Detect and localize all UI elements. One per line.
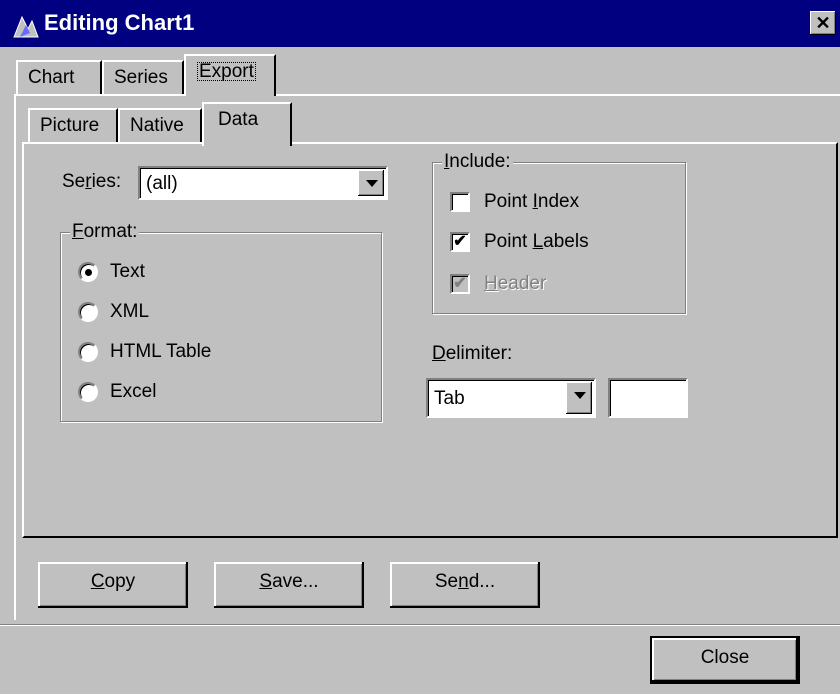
close-window-icon[interactable]: ✕ xyxy=(810,11,836,35)
chart-app-icon xyxy=(13,15,39,38)
check-icon: ✔ xyxy=(453,275,467,292)
tab-chart-label: Chart xyxy=(28,67,75,88)
radio-xml-label: XML xyxy=(110,301,150,322)
tab-native[interactable]: Native xyxy=(118,108,202,142)
point-index-checkbox[interactable] xyxy=(450,192,470,212)
radio-excel[interactable] xyxy=(78,382,98,402)
send-button[interactable]: Send... xyxy=(390,562,540,608)
radio-excel-label: Excel xyxy=(110,381,157,402)
delimiter-select[interactable]: Tab xyxy=(426,378,596,418)
tab-series[interactable]: Series xyxy=(102,60,184,94)
series-select[interactable]: (all) xyxy=(138,166,388,200)
tab-export-label: Export xyxy=(196,61,257,82)
close-button[interactable]: Close xyxy=(652,638,798,682)
save-button[interactable]: Save... xyxy=(214,562,364,608)
delimiter-select-value: Tab xyxy=(434,388,465,409)
footer-separator-highlight xyxy=(0,625,840,626)
include-legend: Include: xyxy=(442,151,513,172)
tab-chart[interactable]: Chart xyxy=(16,60,102,94)
chevron-down-icon[interactable] xyxy=(566,382,592,414)
point-labels-checkbox[interactable]: ✔ xyxy=(450,232,470,252)
radio-text[interactable] xyxy=(78,262,98,282)
custom-delimiter-input[interactable] xyxy=(608,378,688,418)
series-select-value: (all) xyxy=(146,173,178,194)
delimiter-label: Delimiter: xyxy=(432,343,513,364)
radio-xml[interactable] xyxy=(78,302,98,322)
tab-export[interactable]: Export xyxy=(184,54,276,96)
tab-picture[interactable]: Picture xyxy=(28,108,118,142)
point-labels-label: Point Labels xyxy=(484,231,589,252)
series-label: Series: xyxy=(62,171,122,192)
radio-html-table[interactable] xyxy=(78,342,98,362)
check-icon: ✔ xyxy=(453,233,467,250)
window-title: Editing Chart1 xyxy=(44,10,195,35)
radio-selected-dot xyxy=(85,269,92,276)
tab-native-label: Native xyxy=(130,115,184,136)
copy-button[interactable]: Copy xyxy=(38,562,188,608)
tab-data-label: Data xyxy=(218,109,259,130)
radio-text-label: Text xyxy=(110,261,145,282)
format-legend: Format: xyxy=(70,221,140,242)
tab-data[interactable]: Data xyxy=(202,102,292,146)
chevron-down-icon[interactable] xyxy=(358,170,384,196)
radio-html-table-label: HTML Table xyxy=(110,341,212,362)
header-label: Header xyxy=(484,273,547,294)
tab-series-label: Series xyxy=(114,67,168,88)
tab-picture-label: Picture xyxy=(40,115,100,136)
header-checkbox[interactable]: ✔ xyxy=(450,274,470,294)
format-group xyxy=(60,232,382,422)
point-index-label: Point Index xyxy=(484,191,580,212)
